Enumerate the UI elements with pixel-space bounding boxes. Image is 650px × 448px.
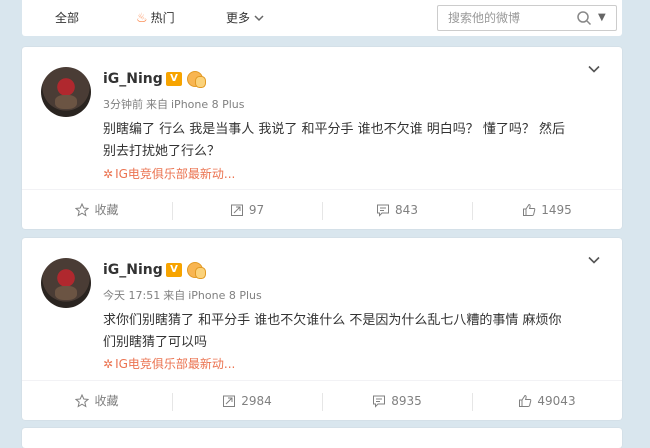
post-text-line: 们别瞎猜了可以吗 [103, 335, 208, 350]
source-label: IG电竞俱乐部最新动... [115, 357, 236, 371]
favorite-button[interactable]: 收藏 [22, 381, 172, 421]
tab-all[interactable]: 全部 [55, 0, 79, 36]
post-source[interactable]: ✲ IG电竞俱乐部最新动... [103, 355, 235, 372]
post-text: 别瞎编了 行么 我是当事人 我说了 和平分手 谁也不欠谁 明白吗？ 懂了吗？ 然… [103, 119, 603, 163]
comment-button[interactable]: 8935 [322, 381, 472, 421]
repost-icon [230, 204, 243, 216]
source-label: IG电竞俱乐部最新动... [115, 167, 236, 181]
repost-count: 2984 [241, 394, 272, 408]
post-source[interactable]: ✲ IG电竞俱乐部最新动... [103, 165, 235, 182]
post-meta: 3分钟前 来自 iPhone 8 Plus [103, 96, 245, 112]
weibo-post: iG_Ning V 3分钟前 来自 iPhone 8 Plus 别瞎编了 行么 我是… [22, 47, 622, 229]
comment-icon [377, 204, 390, 217]
weibo-post: iG_Ning V 今天 17:51 来自 iPhone 8 Plus 求你们别瞎猜… [22, 238, 622, 420]
like-count: 1495 [541, 203, 572, 217]
post-meta: 今天 17:51 来自 iPhone 8 Plus [103, 287, 262, 303]
favorite-button[interactable]: 收藏 [22, 190, 172, 230]
from-label: 来自 [146, 98, 168, 111]
star-icon [75, 202, 90, 217]
snowflake-icon: ✲ [103, 357, 114, 371]
like-button[interactable]: 1495 [472, 190, 622, 230]
search-input[interactable]: 搜索他的微博 [448, 6, 520, 30]
like-button[interactable]: 49043 [472, 381, 622, 421]
like-count: 49043 [537, 394, 576, 408]
post-time[interactable]: 今天 17:51 [103, 289, 160, 302]
tab-more[interactable]: 更多 [226, 0, 264, 36]
favorite-label: 收藏 [94, 203, 119, 217]
thumbs-up-icon [523, 203, 536, 216]
from-label: 来自 [163, 289, 186, 302]
chevron-down-icon[interactable] [588, 63, 600, 75]
post-actions: 收藏 97 843 1495 [22, 189, 622, 230]
feed-filter-bar: 全部 ♨ 热门 更多 搜索他的微博 ▼ [22, 0, 622, 36]
flame-icon: ♨ [136, 11, 148, 26]
search-options-caret-icon[interactable]: ▼ [598, 10, 606, 26]
post-text-line: 别瞎编了 行么 我是当事人 我说了 和平分手 谁也不欠谁 明白吗？ 懂了吗？ 然… [103, 122, 566, 137]
tab-hot[interactable]: ♨ 热门 [136, 0, 175, 36]
tab-more-label: 更多 [226, 11, 251, 25]
search-icon[interactable] [576, 10, 592, 26]
member-badge-icon [195, 267, 206, 279]
verified-badge[interactable]: V [166, 72, 182, 86]
tab-hot-label: 热门 [150, 11, 175, 25]
repost-button[interactable]: 97 [172, 190, 322, 230]
author-name[interactable]: iG_Ning [103, 262, 163, 278]
repost-count: 97 [248, 203, 265, 217]
member-badge-icon [195, 76, 206, 88]
device-name: iPhone 8 Plus [171, 98, 245, 111]
weibo-post-partial [22, 428, 622, 448]
favorite-label: 收藏 [94, 394, 119, 408]
post-text-line: 别去打扰她了行么？ [103, 144, 221, 159]
device-name: iPhone 8 Plus [188, 289, 262, 302]
post-actions: 收藏 2984 8935 49043 [22, 380, 622, 421]
comment-icon [373, 395, 386, 408]
post-time[interactable]: 3分钟前 [103, 98, 143, 111]
author-name[interactable]: iG_Ning [103, 71, 163, 87]
post-text-line: 求你们别瞎猜了 和平分手 谁也不欠谁什么 不是因为什么乱七八糟的事情 麻烦你 [103, 313, 562, 328]
avatar[interactable] [41, 258, 91, 308]
thumbs-up-icon [519, 394, 532, 407]
chevron-down-icon [254, 15, 264, 22]
search-box[interactable]: 搜索他的微博 ▼ [437, 5, 617, 31]
post-text: 求你们别瞎猜了 和平分手 谁也不欠谁什么 不是因为什么乱七八糟的事情 麻烦你 们… [103, 310, 603, 354]
verified-badge[interactable]: V [166, 263, 182, 277]
comment-count: 8935 [391, 394, 422, 408]
chevron-down-icon[interactable] [588, 254, 600, 266]
repost-button[interactable]: 2984 [172, 381, 322, 421]
avatar[interactable] [41, 67, 91, 117]
snowflake-icon: ✲ [103, 167, 114, 181]
star-icon [75, 393, 90, 408]
repost-icon [223, 395, 236, 407]
comment-button[interactable]: 843 [322, 190, 472, 230]
comment-count: 843 [395, 203, 418, 217]
